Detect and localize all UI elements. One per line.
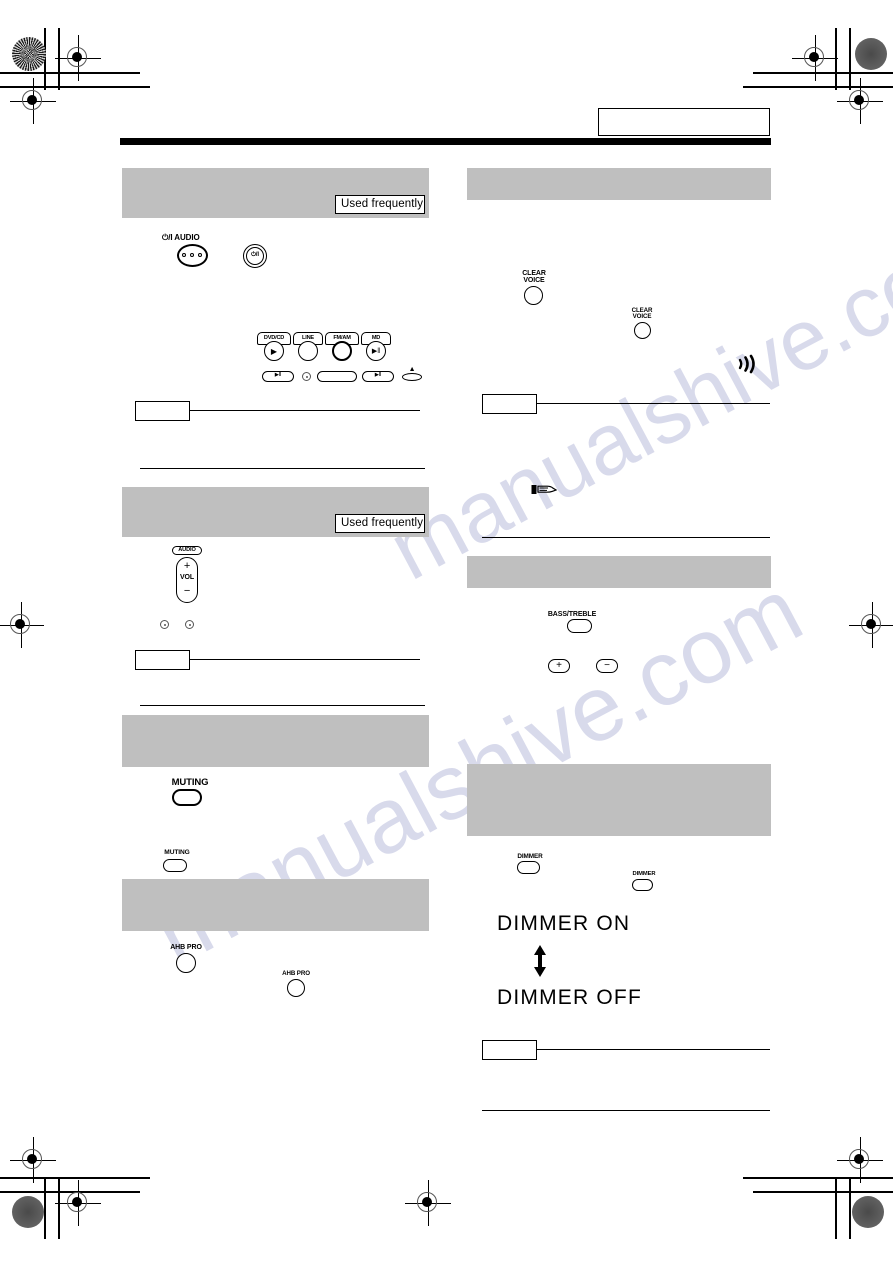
registration-solid-mark	[852, 1196, 884, 1228]
note-box	[482, 1040, 537, 1060]
registration-crosshair	[405, 1180, 451, 1226]
registration-crosshair	[792, 35, 838, 81]
section-divider	[140, 705, 425, 707]
panel-dial-icon	[185, 620, 194, 629]
source-button-line[interactable]: LINE	[293, 332, 323, 362]
section-heading-bar-clearvoice	[467, 168, 771, 200]
unit-dimmer-label: DIMMER	[632, 871, 656, 877]
note-rule	[190, 659, 420, 661]
panel-key-blank[interactable]	[317, 371, 357, 382]
unit-ahbpro-button[interactable]	[287, 979, 305, 997]
unit-clearvoice-button[interactable]	[634, 322, 651, 339]
note-rule	[190, 410, 420, 412]
basstreble-label: BASS/TREBLE	[547, 611, 597, 618]
registration-crosshair	[55, 1180, 101, 1226]
basstreble-plus-label: +	[556, 660, 562, 671]
power-audio-label: ⏻/I AUDIO	[162, 233, 200, 242]
badge-used-frequently: Used frequently	[335, 514, 425, 533]
page-header-box	[598, 108, 770, 136]
registration-crosshair	[0, 602, 44, 648]
source-button-md[interactable]: MD ▶‖	[361, 332, 391, 362]
remote-dimmer-button[interactable]	[517, 861, 540, 874]
section-divider	[482, 1110, 770, 1112]
trim-line	[753, 1191, 893, 1193]
basstreble-minus-label: −	[604, 660, 610, 671]
unit-muting-button[interactable]	[163, 859, 187, 872]
source-button-line-knob	[298, 341, 318, 361]
remote-clearvoice-label-line2: VOICE	[523, 277, 545, 284]
note-box	[482, 394, 537, 414]
registration-solid-mark	[12, 1196, 44, 1228]
header-rule	[120, 138, 771, 145]
registration-crosshair	[837, 78, 883, 124]
section-heading-bar-ahbpro	[122, 879, 429, 931]
section-heading-bar-dimmer	[467, 764, 771, 836]
panel-dial-icon	[302, 372, 311, 381]
panel-dial-icon	[160, 620, 169, 629]
remote-dimmer-label: DIMMER	[517, 853, 543, 860]
note-box	[135, 401, 190, 421]
eject-icon: ▲	[408, 366, 416, 373]
play-icon: ▶	[270, 346, 278, 356]
trim-line	[835, 1177, 837, 1239]
source-button-dvdcd[interactable]: DVD/CD ▶	[257, 332, 291, 362]
dimmer-on-display-text: DIMMER ON	[497, 912, 631, 935]
registration-solid-mark	[855, 38, 887, 70]
watermark-text: manualshive.com	[374, 199, 893, 599]
registration-crosshair	[55, 35, 101, 81]
remote-clearvoice-button[interactable]	[524, 286, 543, 305]
unit-ahbpro-label: AHB PRO	[282, 970, 310, 977]
source-button-fmam-knob	[332, 341, 352, 361]
note-rule	[537, 1049, 770, 1051]
section-divider	[482, 537, 770, 539]
registration-crosshair	[849, 602, 893, 648]
badge-used-frequently: Used frequently	[335, 195, 425, 214]
panel-key-play-pause-1-glyph: ▶‖	[274, 372, 282, 378]
pointing-hand-icon	[531, 485, 557, 494]
panel-key-play-pause-2-glyph: ▶‖	[374, 372, 382, 378]
basstreble-button[interactable]	[567, 619, 592, 633]
panel-key-eject[interactable]	[402, 373, 422, 381]
remote-ahbpro-button[interactable]	[176, 953, 196, 973]
unit-clearvoice-label-line2: VOICE	[632, 313, 652, 320]
registration-crosshair	[10, 78, 56, 124]
remote-muting-label: MUTING	[171, 777, 209, 788]
sound-wave-icon	[738, 354, 755, 374]
dimmer-off-display-text: DIMMER OFF	[497, 986, 642, 1009]
note-rule	[537, 403, 770, 405]
source-button-fmam[interactable]: FM/AM	[325, 332, 359, 362]
remote-muting-button[interactable]	[172, 789, 202, 806]
trim-line	[44, 1177, 46, 1239]
remote-ahbpro-label: AHB PRO	[170, 944, 202, 951]
registration-crosshair	[10, 1137, 56, 1183]
volume-up-label: +	[183, 560, 191, 572]
registration-star-mark	[12, 37, 46, 71]
volume-label: VOL	[179, 574, 195, 581]
unit-power-label: ⏻/I	[251, 252, 259, 258]
audio-group-label: AUDIO	[178, 547, 196, 553]
volume-down-label: −	[183, 585, 191, 597]
play-pause-icon: ▶‖	[371, 348, 381, 355]
trim-line	[849, 1177, 851, 1239]
up-down-arrow-icon	[534, 945, 546, 977]
section-heading-bar-muting	[122, 715, 429, 767]
note-box	[135, 650, 190, 670]
unit-dimmer-button[interactable]	[632, 879, 653, 891]
section-heading-bar-basstreble	[467, 556, 771, 588]
registration-crosshair	[837, 1137, 883, 1183]
unit-muting-label: MUTING	[164, 849, 190, 856]
section-divider	[140, 468, 425, 470]
